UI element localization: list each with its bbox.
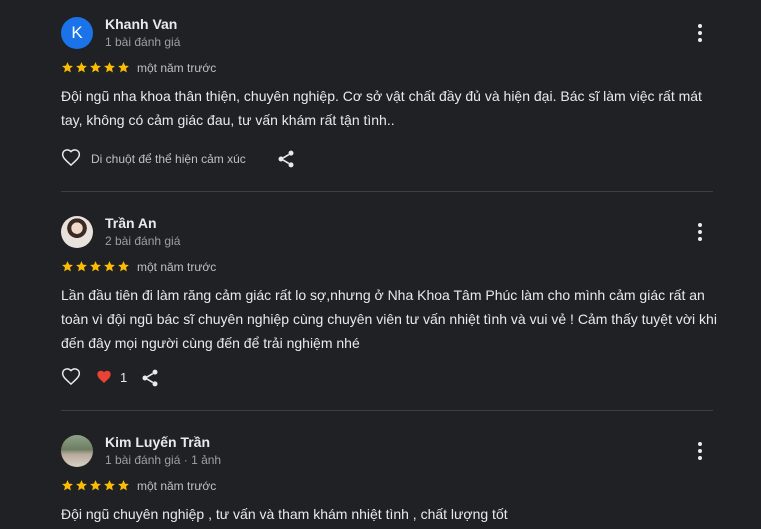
avatar[interactable] [61,435,93,467]
reviewer-name[interactable]: Kim Luyến Trần [105,434,210,450]
star-icon [75,260,88,273]
reaction-hover-label: Di chuột để thể hiện cảm xúc [91,152,246,166]
heart-filled-icon [96,369,112,385]
reviewer-name[interactable]: Khanh Van [105,16,177,32]
more-vert-icon[interactable] [690,441,710,461]
review-time: một năm trước [137,260,217,274]
reviewer-name[interactable]: Trần An [105,215,157,231]
star-icon [89,260,102,273]
star-rating [61,61,130,75]
star-icon [61,61,74,74]
reviewer-meta: 1 bài đánh giá · 1 ảnh [105,453,222,467]
review-time: một năm trước [137,61,217,75]
star-icon [89,479,102,492]
reviewer-meta: 1 bài đánh giá [105,35,181,49]
divider [61,410,713,411]
more-vert-icon[interactable] [690,23,710,43]
star-icon [103,61,116,74]
star-icon [117,61,130,74]
review-text: Đội ngũ nha khoa thân thiện, chuyên nghi… [61,88,702,128]
review-time: một năm trước [137,479,217,493]
star-icon [103,260,116,273]
more-vert-icon[interactable] [690,222,710,242]
star-icon [117,260,130,273]
star-icon [117,479,130,492]
share-icon[interactable] [140,368,160,388]
star-rating [61,479,130,493]
star-icon [103,479,116,492]
star-icon [75,479,88,492]
star-icon [89,61,102,74]
review-text: Đội ngũ chuyên nghiệp , tư vấn và tham k… [61,506,508,522]
reviewer-meta: 2 bài đánh giá [105,234,181,248]
divider [61,191,713,192]
star-icon [61,479,74,492]
review-text: Lần đầu tiên đi làm răng cảm giác rất lo… [61,287,717,351]
heart-outline-icon[interactable] [60,148,82,168]
share-icon[interactable] [276,149,296,169]
avatar[interactable] [61,216,93,248]
like-counter[interactable]: 1 [96,367,127,387]
heart-outline-icon[interactable] [60,367,82,387]
star-icon [61,260,74,273]
like-count: 1 [120,369,128,385]
star-icon [75,61,88,74]
avatar[interactable]: K [61,17,93,49]
star-rating [61,260,130,274]
